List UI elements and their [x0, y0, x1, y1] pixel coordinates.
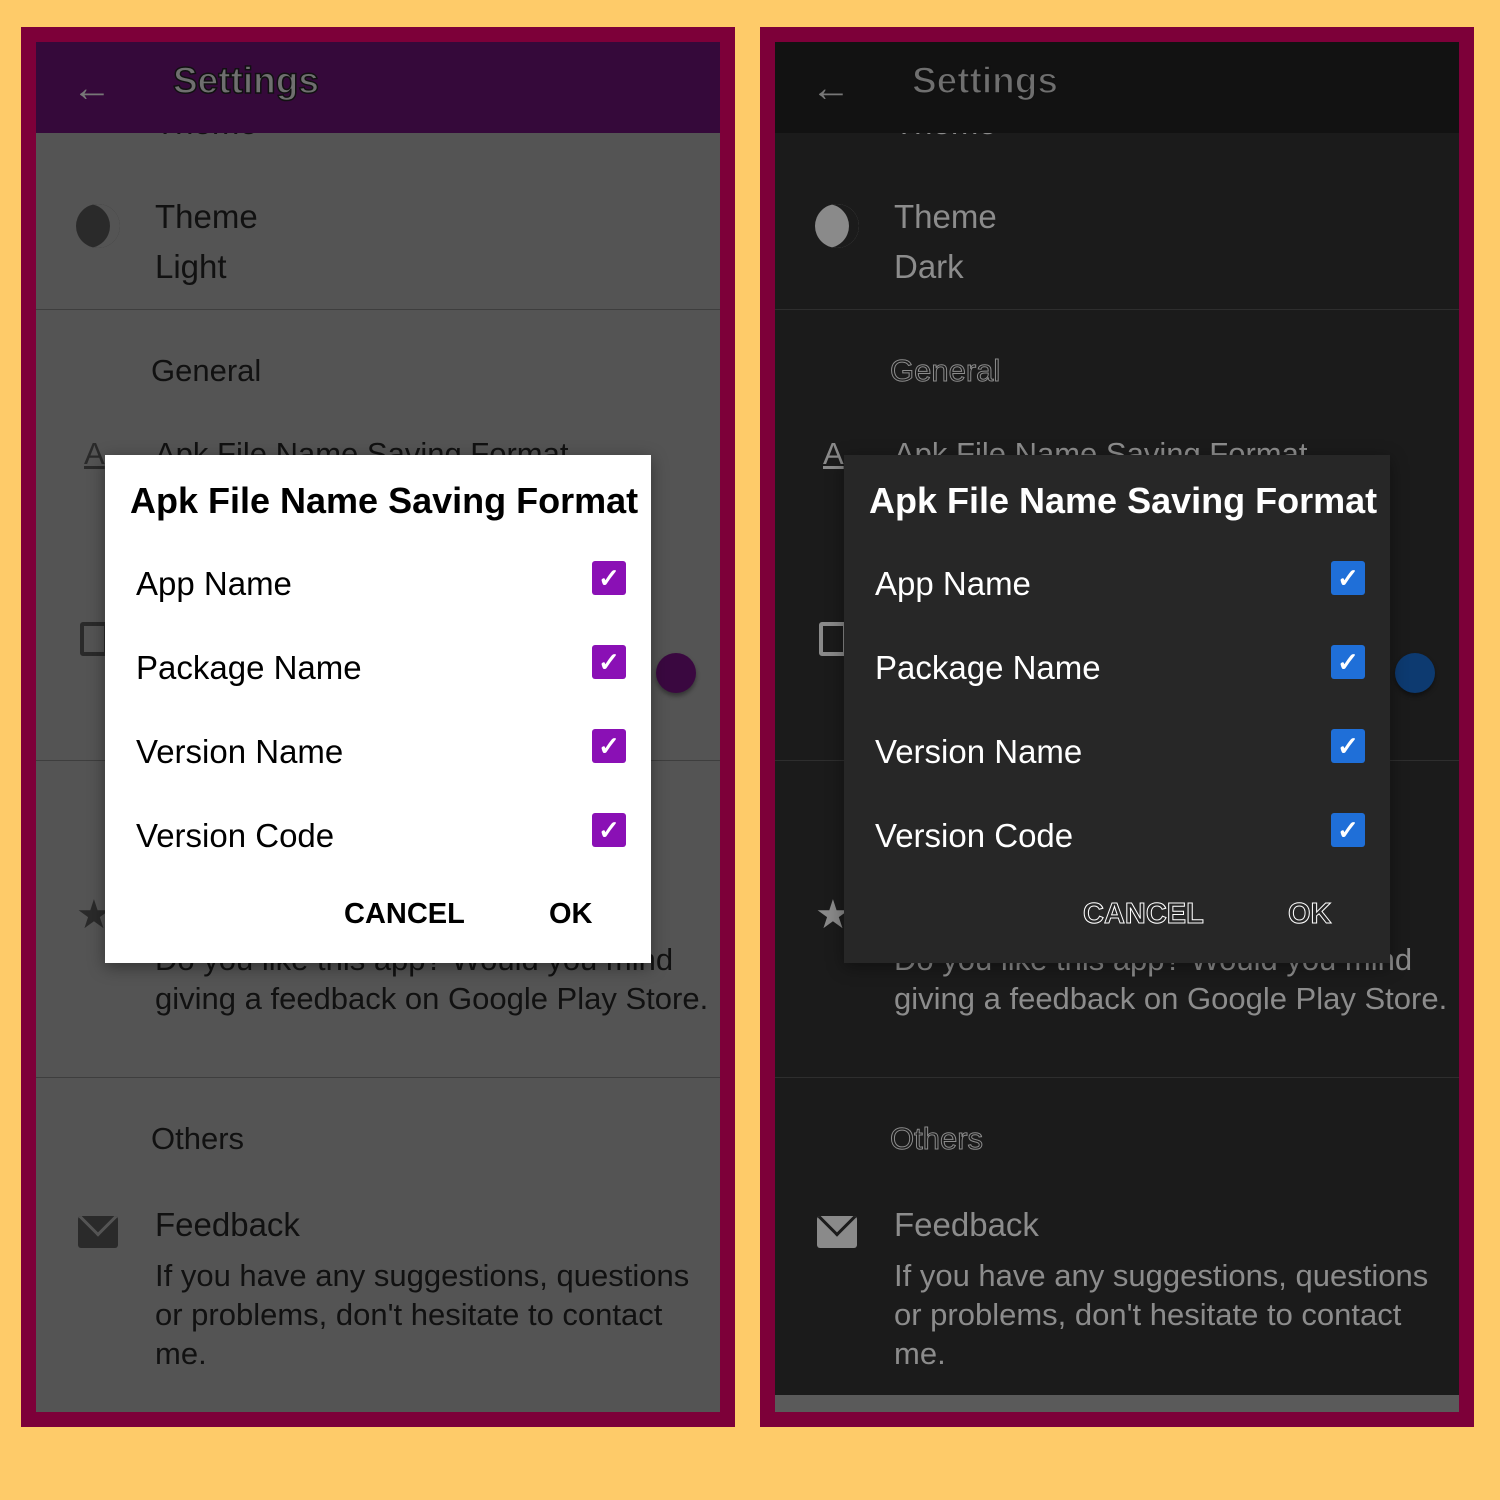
dialog-option[interactable]: Version Name ✓	[136, 725, 626, 785]
dialog-option[interactable]: App Name ✓	[875, 557, 1365, 617]
option-label: Version Name	[136, 733, 344, 770]
back-button[interactable]: ←	[811, 66, 851, 111]
feedback-item[interactable]: Feedback If you have any suggestions, que…	[775, 1192, 1459, 1382]
option-checkbox[interactable]: ✓	[1331, 729, 1365, 763]
option-label: Package Name	[875, 649, 1101, 686]
envelope-flap	[817, 1216, 857, 1237]
feedback-title: Feedback	[894, 1206, 1039, 1243]
ok-button[interactable]: OK	[549, 898, 593, 931]
checkmark-icon: ✓	[598, 646, 620, 677]
feedback-description: If you have any suggestions, questions o…	[894, 1258, 1429, 1371]
checkmark-icon: ✓	[1337, 646, 1359, 677]
envelope-icon	[78, 1216, 118, 1248]
dialog-option[interactable]: Version Code ✓	[136, 809, 626, 869]
option-label: App Name	[136, 565, 292, 602]
theme-setting-item[interactable]: Theme Light	[36, 172, 720, 309]
checkmark-icon: ✓	[1337, 814, 1359, 845]
brightness-icon	[76, 204, 120, 248]
bottom-strip	[775, 1395, 1459, 1412]
divider	[36, 1077, 720, 1078]
tablet-icon	[80, 622, 108, 656]
text-format-icon: A	[84, 436, 105, 471]
feedback-item[interactable]: Feedback If you have any suggestions, que…	[36, 1192, 720, 1382]
dialog-option[interactable]: Version Name ✓	[875, 725, 1365, 785]
cancel-button[interactable]: CANCEL	[344, 898, 465, 931]
dialog-option[interactable]: Package Name ✓	[875, 641, 1365, 701]
app-bar: ← Settings	[775, 42, 1459, 133]
dark-theme-screenshot: ← Settings ThemeTheme Dark General A Apk File …	[760, 27, 1474, 1427]
option-label: Version Name	[875, 733, 1083, 770]
envelope-icon	[817, 1216, 857, 1248]
checkmark-icon: ✓	[598, 730, 620, 761]
option-checkbox[interactable]: ✓	[1331, 561, 1365, 595]
divider	[36, 309, 720, 310]
page-title: Settings	[172, 59, 319, 102]
option-checkbox[interactable]: ✓	[592, 729, 626, 763]
category-general: General	[151, 353, 262, 388]
ok-button[interactable]: OK	[1288, 898, 1332, 931]
option-label: App Name	[875, 565, 1031, 602]
toggle-switch[interactable]	[1395, 653, 1435, 693]
divider	[775, 309, 1459, 310]
checkmark-icon: ✓	[1337, 730, 1359, 761]
phone-screen: ← Settings ThemeTheme Light General A Apk File…	[36, 42, 720, 1412]
cancel-button[interactable]: CANCEL	[1083, 898, 1205, 931]
page-title: Settings	[911, 59, 1058, 102]
category-others: Others	[889, 1121, 984, 1157]
option-checkbox[interactable]: ✓	[592, 561, 626, 595]
dialog-title: Apk File Name Saving Format	[130, 480, 639, 521]
text-format-icon: A	[823, 436, 844, 471]
apk-format-dialog: Apk File Name Saving Format App Name ✓ Pack…	[105, 455, 651, 963]
option-label: Package Name	[136, 649, 362, 686]
option-checkbox[interactable]: ✓	[592, 813, 626, 847]
category-others: Others	[151, 1121, 245, 1156]
feedback-description: If you have any suggestions, questions o…	[155, 1258, 690, 1371]
brightness-icon	[815, 204, 859, 248]
theme-setting-item[interactable]: Theme Dark	[775, 172, 1459, 309]
divider	[775, 1077, 1459, 1078]
checkmark-icon: ✓	[598, 562, 620, 593]
option-label: Version Code	[136, 817, 335, 854]
theme-title: Theme	[894, 198, 997, 235]
dialog-option[interactable]: Version Code ✓	[875, 809, 1365, 869]
feedback-title: Feedback	[155, 1206, 300, 1243]
back-button[interactable]: ←	[72, 66, 112, 111]
option-checkbox[interactable]: ✓	[1331, 645, 1365, 679]
checkmark-icon: ✓	[1337, 562, 1359, 593]
theme-value: Light	[155, 248, 227, 285]
dialog-option[interactable]: Package Name ✓	[136, 641, 626, 701]
toggle-switch[interactable]	[656, 653, 696, 693]
option-checkbox[interactable]: ✓	[592, 645, 626, 679]
theme-title: Theme	[155, 198, 258, 235]
light-theme-screenshot: ← Settings ThemeTheme Light General A Apk File…	[21, 27, 735, 1427]
apk-format-dialog: Apk File Name Saving Format App Name ✓ Pack…	[844, 455, 1390, 963]
dialog-title: Apk File Name Saving Format	[869, 480, 1378, 521]
dialog-option[interactable]: App Name ✓	[136, 557, 626, 617]
envelope-flap	[78, 1216, 118, 1237]
option-checkbox[interactable]: ✓	[1331, 813, 1365, 847]
theme-value: Dark	[894, 248, 964, 285]
tablet-icon	[819, 622, 847, 656]
option-label: Version Code	[875, 817, 1074, 854]
category-general: General	[889, 353, 1001, 389]
phone-screen: ← Settings ThemeTheme Dark General A Apk File …	[775, 42, 1459, 1412]
app-bar: ← Settings	[36, 42, 720, 133]
checkmark-icon: ✓	[598, 814, 620, 845]
